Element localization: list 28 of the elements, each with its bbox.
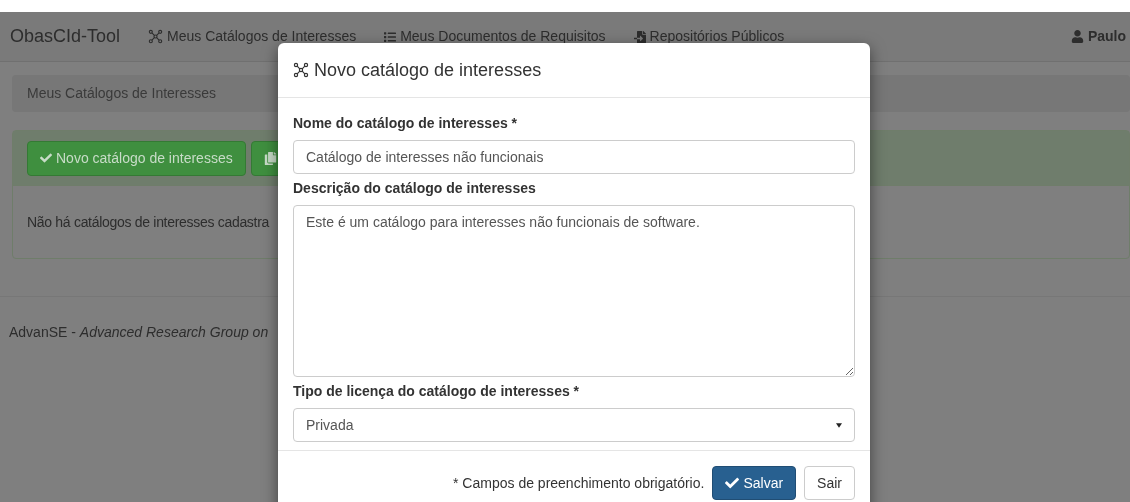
- textarea-field[interactable]: Este é um catálogo para interesses não funcionais de software.: [293, 205, 855, 377]
- new-catalog-button[interactable]: Novo catálogo de interesses: [27, 140, 246, 176]
- network-icon: [148, 29, 164, 44]
- field-label: Descrição do catálogo de interesses: [293, 179, 537, 198]
- nav-link[interactable]: Repositórios Públicos: [633, 26, 785, 47]
- exit-button[interactable]: Sair: [804, 466, 855, 500]
- select-field[interactable]: Privada: [293, 408, 855, 442]
- brand[interactable]: ObasCId-Tool: [10, 23, 121, 50]
- copy-icon: [263, 151, 277, 165]
- field-label: Tipo de licença do catálogo de interesses *: [293, 382, 581, 401]
- modal-title: Novo catálogo de interesses: [314, 58, 542, 82]
- check-icon: [40, 152, 52, 164]
- empty-message: Não há catálogos de interesses cadastra: [27, 212, 269, 232]
- user-icon: [1070, 30, 1084, 43]
- document-icon: [633, 30, 646, 43]
- caret-icon: [836, 422, 842, 428]
- text-field[interactable]: Catálogo de interesses não funcionais: [293, 140, 855, 174]
- user-menu[interactable]: Paulo: [1070, 26, 1126, 47]
- save-button[interactable]: Salvar: [712, 466, 797, 500]
- nav-link[interactable]: Meus Catálogos de Interesses: [148, 26, 357, 47]
- footer-text: AdvanSE - Advanced Research Group on: [9, 324, 269, 340]
- nav-link[interactable]: Meus Documentos de Requisitos: [384, 26, 606, 47]
- breadcrumb: Meus Catálogos de Interesses: [27, 84, 217, 103]
- network-icon: [293, 62, 309, 78]
- check-icon: [725, 476, 740, 490]
- required-note: * Campos de preenchimento obrigatório.: [453, 473, 705, 493]
- field-label: Nome do catálogo de interesses *: [293, 114, 519, 133]
- list-icon: [384, 30, 397, 43]
